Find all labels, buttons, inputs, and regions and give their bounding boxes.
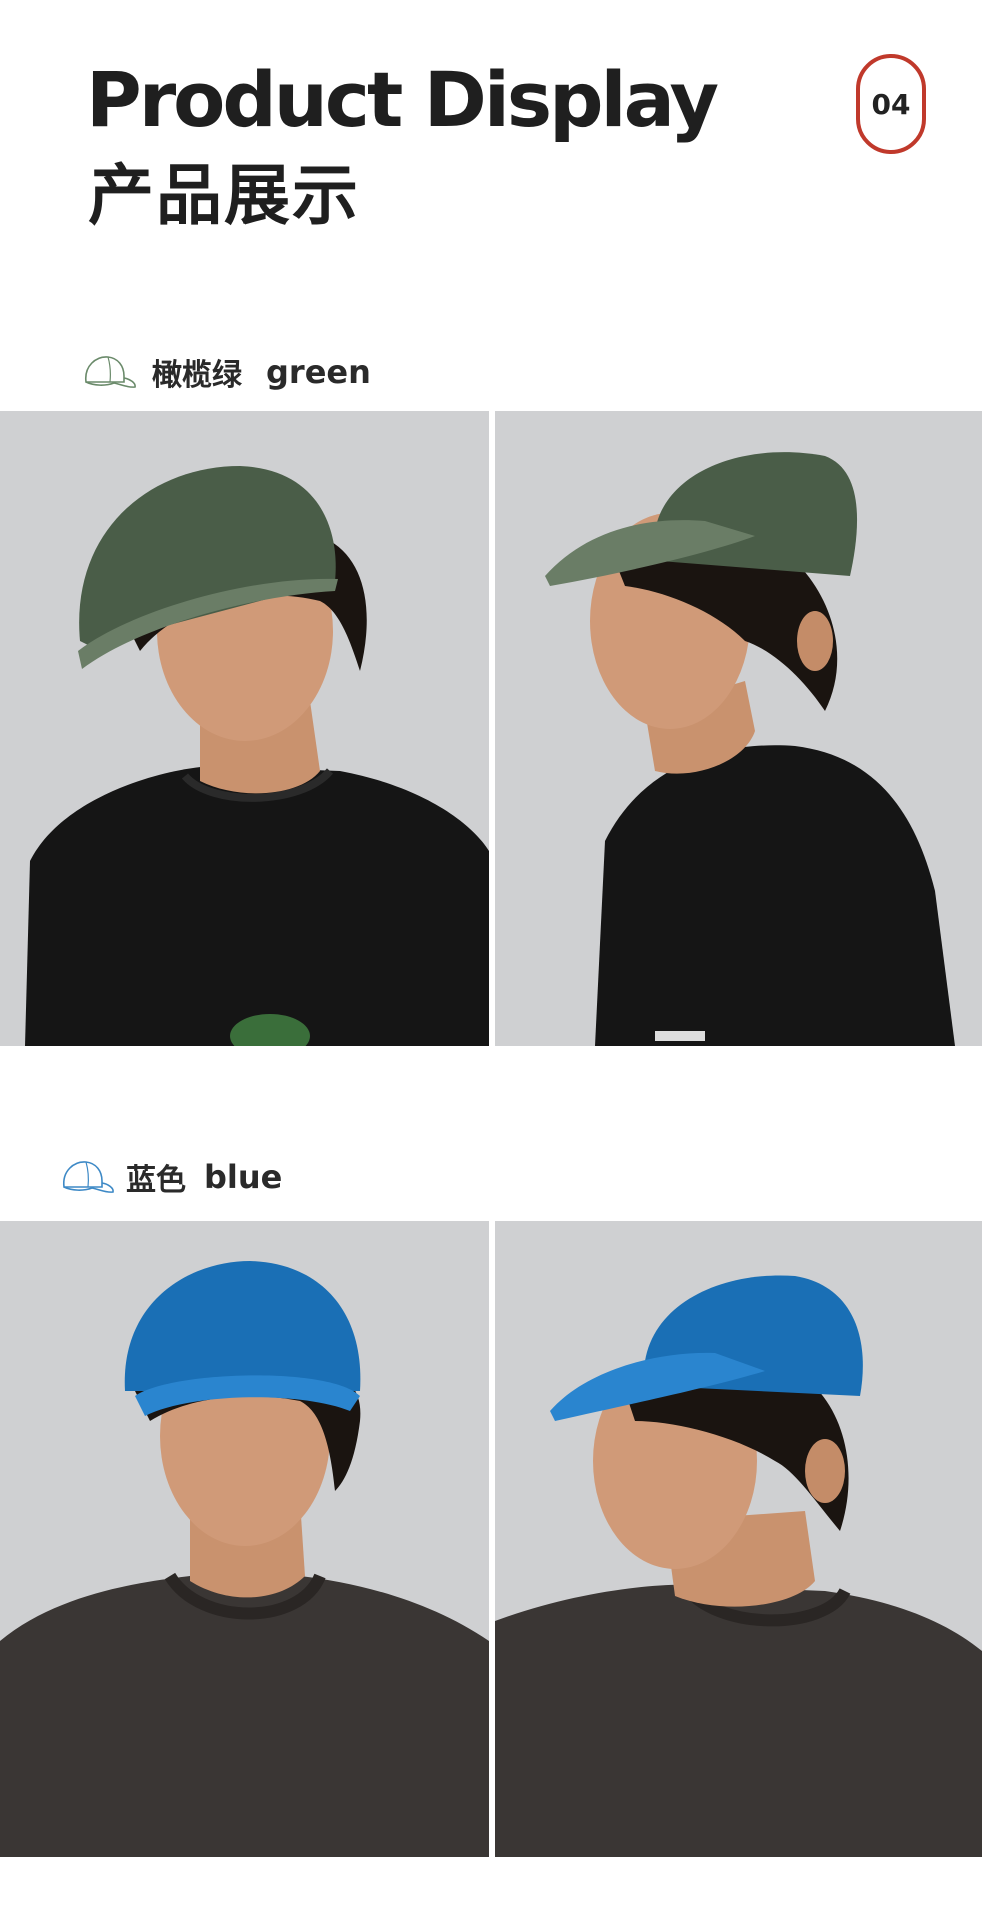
- color-name-chinese: 橄榄绿: [152, 358, 242, 393]
- page-header: Product Display 产品展示 04: [0, 0, 982, 320]
- color-name-english: green: [266, 353, 371, 391]
- cap-outline-icon: [63, 1161, 114, 1193]
- color-label-green: 橄榄绿 green: [80, 350, 371, 394]
- page-number-badge: 04: [856, 54, 926, 154]
- page-title-english: Product Display: [86, 55, 719, 144]
- cap-outline-icon: [85, 356, 136, 388]
- page-title-chinese: 产品展示: [88, 157, 360, 234]
- product-photo-green-front: [0, 411, 489, 1046]
- color-label-blue: 蓝色 blue: [58, 1155, 282, 1199]
- color-name-chinese: 蓝色: [126, 1163, 186, 1198]
- color-name-english: blue: [204, 1158, 283, 1196]
- product-photo-green-side: [495, 411, 982, 1046]
- product-photo-blue-side: [495, 1221, 982, 1857]
- product-photo-blue-front: [0, 1221, 489, 1857]
